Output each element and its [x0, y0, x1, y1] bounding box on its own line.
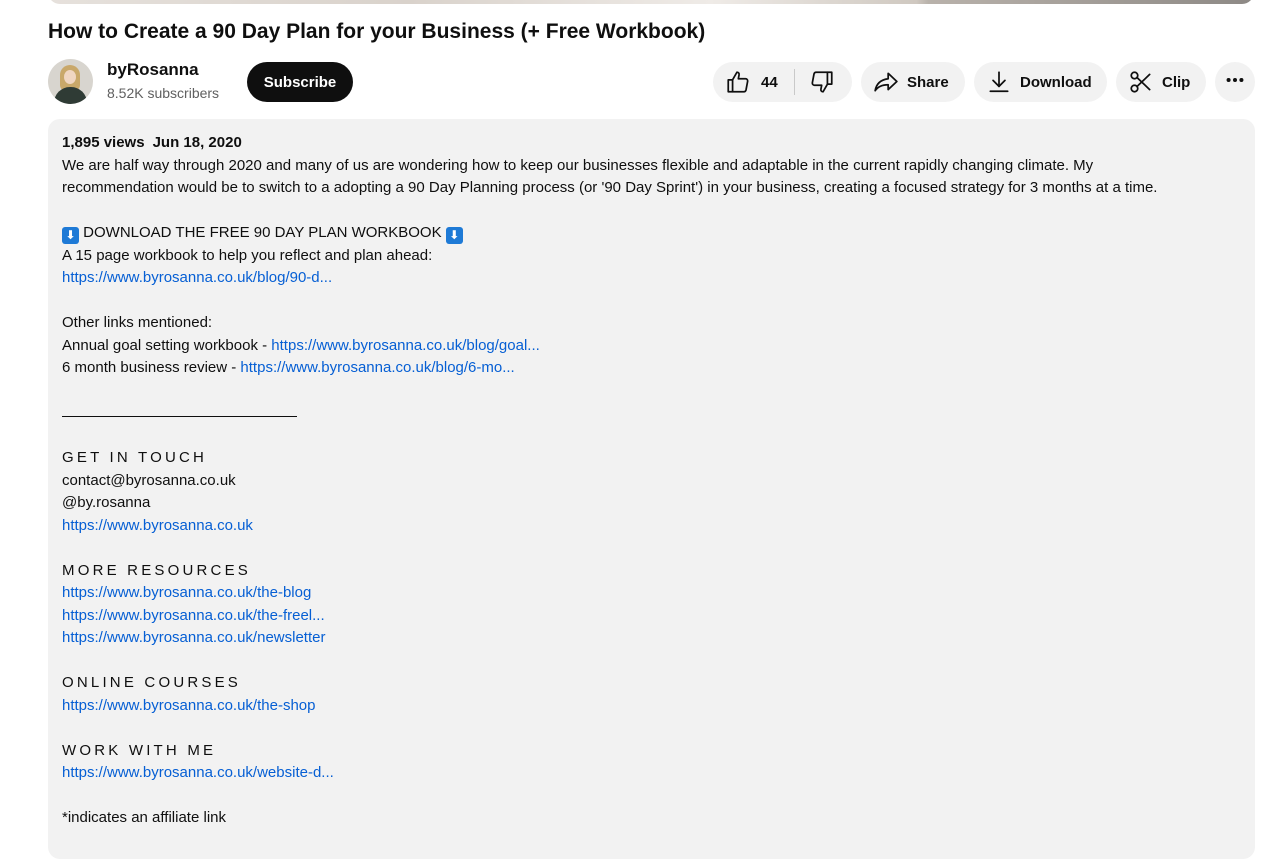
- online-courses-heading: ONLINE COURSES: [62, 674, 241, 691]
- subscriber-count: 8.52K subscribers: [107, 85, 220, 101]
- channel-avatar[interactable]: [48, 58, 93, 104]
- channel-name[interactable]: byRosanna: [107, 59, 219, 81]
- share-button[interactable]: Share: [861, 62, 965, 102]
- description-text: recommendation would be to switch to a a…: [62, 179, 1158, 196]
- work-with-me-heading: WORK WITH ME: [62, 741, 217, 759]
- share-label: Share: [907, 73, 949, 91]
- annual-workbook-line: Annual goal setting workbook - https://w…: [62, 336, 540, 354]
- shop-link[interactable]: https://www.byrosanna.co.uk/the-shop: [62, 695, 1242, 718]
- video-player-bottom[interactable]: [48, 0, 1254, 4]
- contact-email: contact@byrosanna.co.uk: [62, 471, 236, 489]
- download-label: Download: [1020, 73, 1092, 91]
- get-in-touch-heading: GET IN TOUCH: [62, 449, 208, 466]
- freelance-link[interactable]: https://www.byrosanna.co.uk/the-freel...: [62, 605, 1242, 628]
- other-links-heading: Other links mentioned:: [62, 314, 213, 331]
- workbook-text: A 15 page workbook to help you reflect a…: [62, 246, 433, 264]
- like-button[interactable]: 44: [713, 62, 778, 102]
- like-dislike-group: 44: [713, 62, 852, 102]
- share-arrow-icon: [873, 69, 899, 95]
- business-review-link[interactable]: https://www.byrosanna.co.uk/blog/6-mo...: [240, 359, 514, 376]
- subscribe-button[interactable]: Subscribe: [247, 62, 353, 102]
- business-review-line: 6 month business review - https://www.by…: [62, 359, 515, 376]
- more-resources-heading: MORE RESOURCES: [62, 561, 251, 579]
- download-icon: [986, 69, 1012, 95]
- video-title: How to Create a 90 Day Plan for your Bus…: [48, 20, 706, 43]
- dislike-button[interactable]: [809, 62, 835, 102]
- annual-workbook-link[interactable]: https://www.byrosanna.co.uk/blog/goal...: [271, 337, 539, 354]
- description-text: We are half way through 2020 and many of…: [62, 156, 1094, 174]
- workbook-link[interactable]: https://www.byrosanna.co.uk/blog/90-d...: [62, 267, 1242, 290]
- scissors-icon: [1128, 69, 1154, 95]
- download-button[interactable]: Download: [974, 62, 1107, 102]
- down-arrow-emoji-icon: ⬇: [445, 227, 463, 244]
- like-count: 44: [761, 73, 778, 91]
- blog-link[interactable]: https://www.byrosanna.co.uk/the-blog: [62, 582, 1242, 605]
- download-heading: ⬇ DOWNLOAD THE FREE 90 DAY PLAN WORKBOOK…: [62, 222, 1242, 245]
- view-count: 1,895 views: [62, 134, 145, 151]
- thumbs-up-icon: [725, 69, 751, 95]
- upload-date: Jun 18, 2020: [152, 134, 242, 151]
- more-actions-button[interactable]: [1215, 62, 1255, 102]
- social-handle: @by.rosanna: [62, 494, 151, 511]
- clip-label: Clip: [1162, 73, 1191, 91]
- website-link[interactable]: https://www.byrosanna.co.uk: [62, 515, 1242, 538]
- clip-button[interactable]: Clip: [1116, 62, 1206, 102]
- more-horizontal-icon: [1224, 69, 1246, 96]
- divider-rule: [62, 402, 1242, 425]
- thumbs-down-icon: [809, 69, 835, 95]
- description-meta: 1,895 views Jun 18, 2020: [62, 132, 1242, 155]
- down-arrow-emoji-icon: ⬇: [62, 227, 79, 244]
- newsletter-link[interactable]: https://www.byrosanna.co.uk/newsletter: [62, 627, 1242, 650]
- description-box[interactable]: 1,895 views Jun 18, 2020 We are half way …: [48, 119, 1255, 859]
- like-divider: [793, 69, 795, 95]
- affiliate-note: *indicates an affiliate link: [62, 809, 226, 826]
- website-design-link[interactable]: https://www.byrosanna.co.uk/website-d...: [62, 762, 1242, 785]
- channel-owner: byRosanna 8.52K subscribers: [48, 58, 219, 104]
